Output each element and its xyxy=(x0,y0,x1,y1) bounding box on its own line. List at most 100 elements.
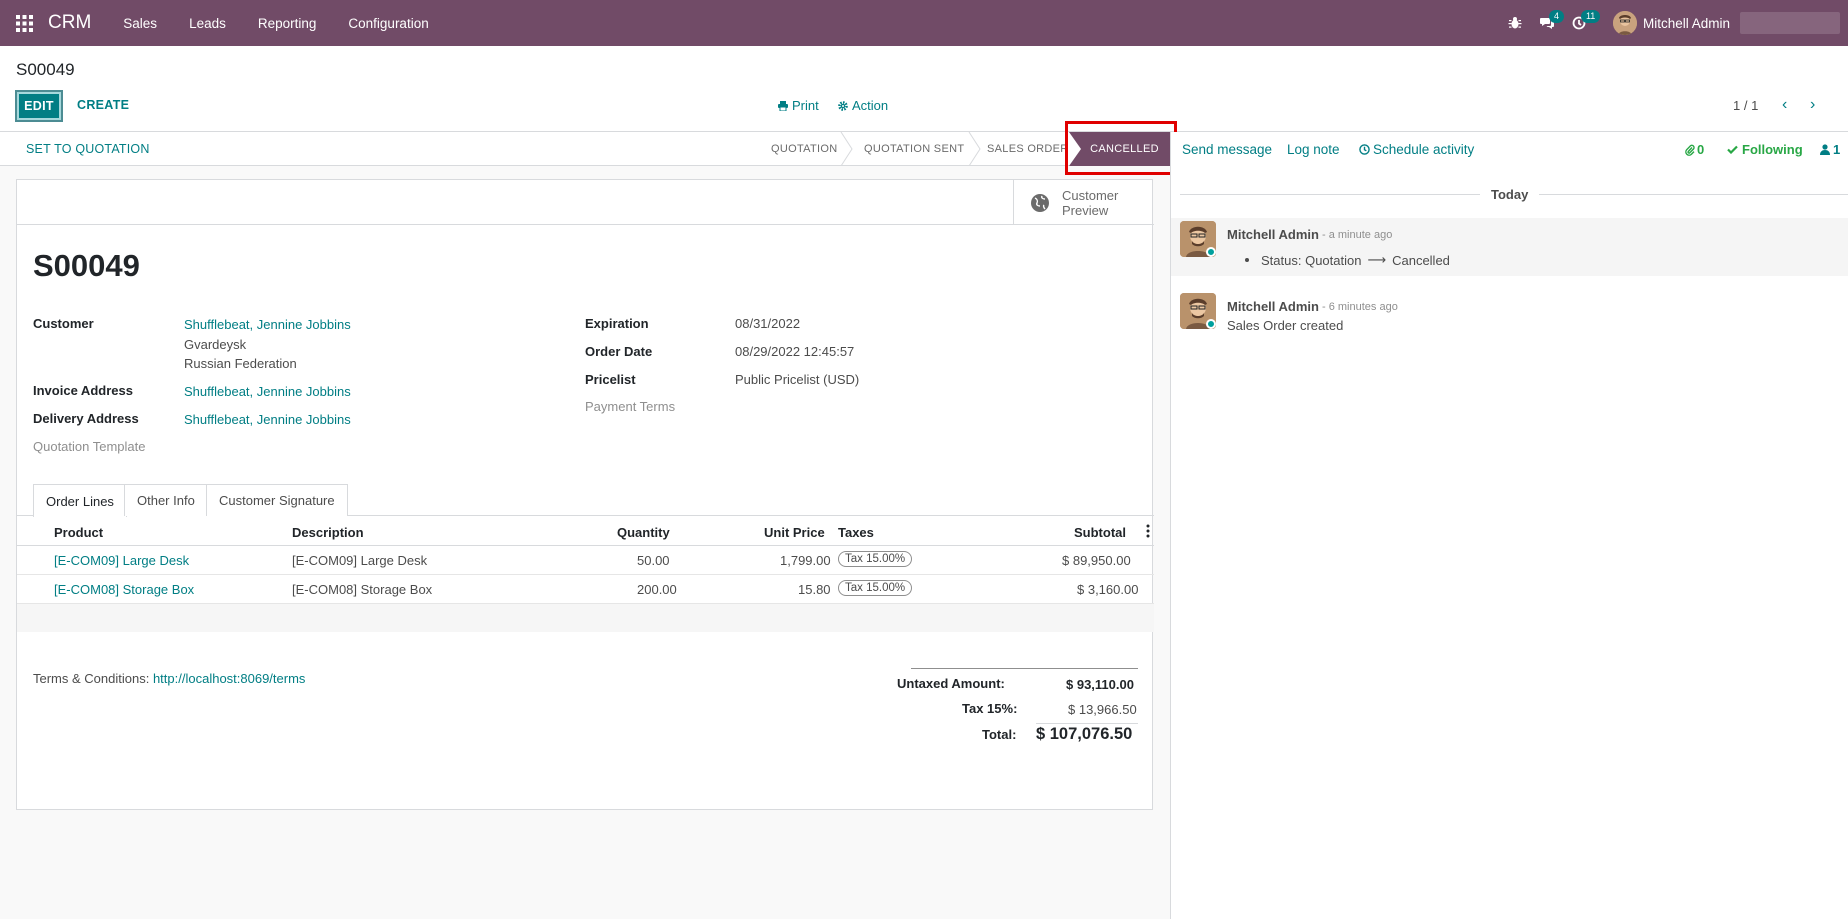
create-button[interactable]: CREATE xyxy=(77,98,129,112)
total-value: $ 107,076.50 xyxy=(1036,725,1133,743)
tracking-value: Status: Quotation ⟶ Cancelled xyxy=(1245,252,1450,268)
form-statusbar: SET TO QUOTATION QUOTATION QUOTATION SEN… xyxy=(0,132,1170,166)
set-to-quotation-button[interactable]: SET TO QUOTATION xyxy=(26,142,150,156)
delivery-address-link[interactable]: Shufflebeat, Jennine Jobbins xyxy=(184,412,351,427)
column-description[interactable]: Description xyxy=(292,525,364,540)
stage-quotation-sent[interactable]: QUOTATION SENT xyxy=(864,132,964,166)
delivery-address-label: Delivery Address xyxy=(33,411,139,426)
row-tax-tag: Tax 15.00% xyxy=(838,580,913,596)
row-unit-price: 1,799.00 xyxy=(780,553,831,568)
activities-clock-icon[interactable]: 11 xyxy=(1563,0,1601,46)
bullet-icon xyxy=(1245,258,1249,262)
stage-separator xyxy=(840,132,853,166)
chatter-message: Mitchell Admin - a minute ago Status: Qu… xyxy=(1171,218,1848,276)
action-label: Action xyxy=(852,98,889,113)
stage-quotation[interactable]: QUOTATION xyxy=(771,132,837,166)
notebook-tabs: Order Lines Other Info Customer Signatur… xyxy=(17,484,1154,517)
message-date: - a minute ago xyxy=(1322,229,1393,241)
stage-separator xyxy=(968,132,981,166)
message-date: - 6 minutes ago xyxy=(1322,301,1398,313)
control-panel: S00049 EDIT CREATE Print Action 1 / 1 ‹ … xyxy=(0,46,1848,132)
apps-menu-icon[interactable] xyxy=(0,0,48,46)
invoice-address-link[interactable]: Shufflebeat, Jennine Jobbins xyxy=(184,384,351,399)
record-title: S00049 xyxy=(33,248,140,283)
attachments-count: 0 xyxy=(1697,142,1705,157)
row-product[interactable]: [E-COM08] Storage Box xyxy=(54,582,194,597)
row-description: [E-COM09] Large Desk xyxy=(292,553,428,568)
chatter: Send message Log note Schedule activity … xyxy=(1170,132,1848,919)
column-unit-price[interactable]: Unit Price xyxy=(764,525,825,540)
stage-sales-order[interactable]: SALES ORDER xyxy=(987,132,1069,166)
date-separator-label: Today xyxy=(1491,187,1529,202)
send-message-button[interactable]: Send message xyxy=(1182,142,1272,157)
totals-divider xyxy=(911,668,1138,669)
tax-value: $ 13,966.50 xyxy=(1068,702,1137,717)
customer-preview-button[interactable]: Customer Preview xyxy=(1013,180,1154,225)
menu-leads[interactable]: Leads xyxy=(173,16,242,31)
tracking-new: Cancelled xyxy=(1392,252,1450,268)
tab-customer-signature[interactable]: Customer Signature xyxy=(206,484,348,516)
pager-next-icon[interactable]: › xyxy=(1810,96,1815,114)
paperclip-icon xyxy=(1685,144,1695,156)
user-name: Mitchell Admin xyxy=(1642,15,1730,31)
app-brand[interactable]: CRM xyxy=(48,12,91,34)
tracking-old: Status: Quotation xyxy=(1261,252,1362,268)
order-date-label: Order Date xyxy=(585,344,653,359)
pricelist-value: Public Pricelist (USD) xyxy=(735,372,860,387)
log-note-button[interactable]: Log note xyxy=(1287,142,1340,157)
table-row[interactable]: [E-COM08] Storage Box [E-COM08] Storage … xyxy=(17,575,1154,604)
clock-icon xyxy=(1359,144,1370,155)
pager-previous-icon[interactable]: ‹ xyxy=(1782,96,1787,114)
row-quantity: 50.00 xyxy=(637,553,670,568)
database-name-blurred xyxy=(1740,12,1840,34)
row-subtotal: $ 89,950.00 xyxy=(1062,553,1131,568)
tab-order-lines[interactable]: Order Lines xyxy=(33,484,127,517)
customer-preview-label-2: Preview xyxy=(1062,202,1109,218)
date-line-right xyxy=(1539,194,1848,195)
total-divider xyxy=(1036,723,1138,724)
column-quantity[interactable]: Quantity xyxy=(617,525,670,540)
messages-badge: 4 xyxy=(1548,10,1564,23)
schedule-activity-label: Schedule activity xyxy=(1373,142,1475,157)
user-menu[interactable]: Mitchell Admin xyxy=(1612,11,1848,35)
print-button[interactable]: Print xyxy=(778,98,819,113)
date-separator: Today xyxy=(1171,187,1848,202)
optional-columns-icon[interactable] xyxy=(1146,524,1150,538)
row-product[interactable]: [E-COM09] Large Desk xyxy=(54,553,189,568)
message-author[interactable]: Mitchell Admin xyxy=(1227,227,1319,242)
schedule-activity-button[interactable]: Schedule activity xyxy=(1359,142,1474,157)
pager-value[interactable]: 1 / 1 xyxy=(1733,98,1758,113)
action-button[interactable]: Action xyxy=(838,98,888,113)
edit-button[interactable]: EDIT xyxy=(15,90,63,122)
invoice-address-label: Invoice Address xyxy=(33,383,133,398)
menu-reporting[interactable]: Reporting xyxy=(242,16,333,31)
messages-icon[interactable]: 4 xyxy=(1531,0,1564,46)
attachments-button[interactable]: 0 xyxy=(1685,142,1704,157)
debug-bug-icon[interactable] xyxy=(1499,0,1531,46)
user-avatar xyxy=(1612,11,1637,35)
message-author[interactable]: Mitchell Admin xyxy=(1227,299,1319,314)
message-body: Sales Order created xyxy=(1227,318,1344,333)
customer-city: Gvardeysk xyxy=(184,337,247,352)
terms-link[interactable]: http://localhost:8069/terms xyxy=(153,671,305,686)
following-button[interactable]: Following xyxy=(1727,142,1803,157)
tab-other-info[interactable]: Other Info xyxy=(124,484,208,516)
untaxed-amount-label: Untaxed Amount: xyxy=(897,676,1005,691)
terms-conditions: Terms & Conditions: http://localhost:806… xyxy=(33,671,305,686)
row-tax-tag: Tax 15.00% xyxy=(838,551,913,567)
menu-configuration[interactable]: Configuration xyxy=(332,16,444,31)
quotation-template-label: Quotation Template xyxy=(33,439,146,454)
column-product[interactable]: Product xyxy=(54,525,103,540)
followers-button[interactable]: 1 xyxy=(1820,142,1840,157)
globe-icon xyxy=(1031,193,1049,212)
column-taxes[interactable]: Taxes xyxy=(838,525,874,540)
customer-link[interactable]: Shufflebeat, Jennine Jobbins xyxy=(184,317,351,332)
payment-terms-label: Payment Terms xyxy=(585,399,676,414)
menu-sales[interactable]: Sales xyxy=(107,16,173,31)
gear-icon xyxy=(838,100,848,111)
column-subtotal[interactable]: Subtotal xyxy=(1074,525,1126,540)
untaxed-amount-value: $ 93,110.00 xyxy=(1066,677,1134,692)
table-row[interactable]: [E-COM09] Large Desk [E-COM09] Large Des… xyxy=(17,546,1154,575)
expiration-value: 08/31/2022 xyxy=(735,316,801,331)
form-sheet: Customer Preview S00049 Customer Shuffle… xyxy=(16,179,1154,810)
